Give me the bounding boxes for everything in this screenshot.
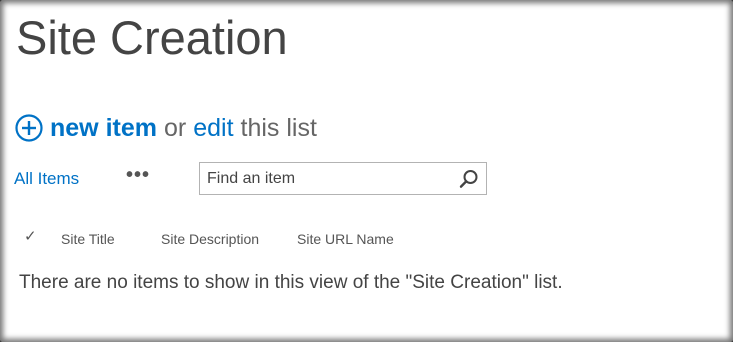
column-header-site-url-name[interactable]: Site URL Name	[297, 231, 394, 247]
or-text: or	[163, 113, 187, 142]
column-header-site-description[interactable]: Site Description	[161, 231, 259, 247]
search-input[interactable]	[200, 163, 450, 194]
empty-list-message: There are no items to show in this view …	[19, 272, 563, 293]
page-title: Site Creation	[16, 11, 288, 64]
this-list-text: this list	[240, 113, 317, 142]
add-circle-icon[interactable]	[14, 113, 44, 143]
search-icon[interactable]	[458, 168, 480, 190]
view-all-items[interactable]: All Items	[14, 169, 79, 189]
view-toolbar: All Items •••	[14, 160, 494, 198]
edit-list-link[interactable]: edit	[193, 114, 233, 143]
list-header: ✓ Site Title Site Description Site URL N…	[24, 228, 624, 250]
app-window: Site Creation new item or edit this list…	[0, 0, 733, 342]
select-all-checkmark-icon[interactable]: ✓	[24, 227, 37, 245]
new-item-link[interactable]: new item	[50, 114, 157, 143]
search-box	[199, 162, 487, 195]
command-bar: new item or edit this list	[14, 110, 317, 146]
column-header-site-title[interactable]: Site Title	[61, 231, 115, 247]
more-options-icon[interactable]: •••	[126, 164, 150, 187]
